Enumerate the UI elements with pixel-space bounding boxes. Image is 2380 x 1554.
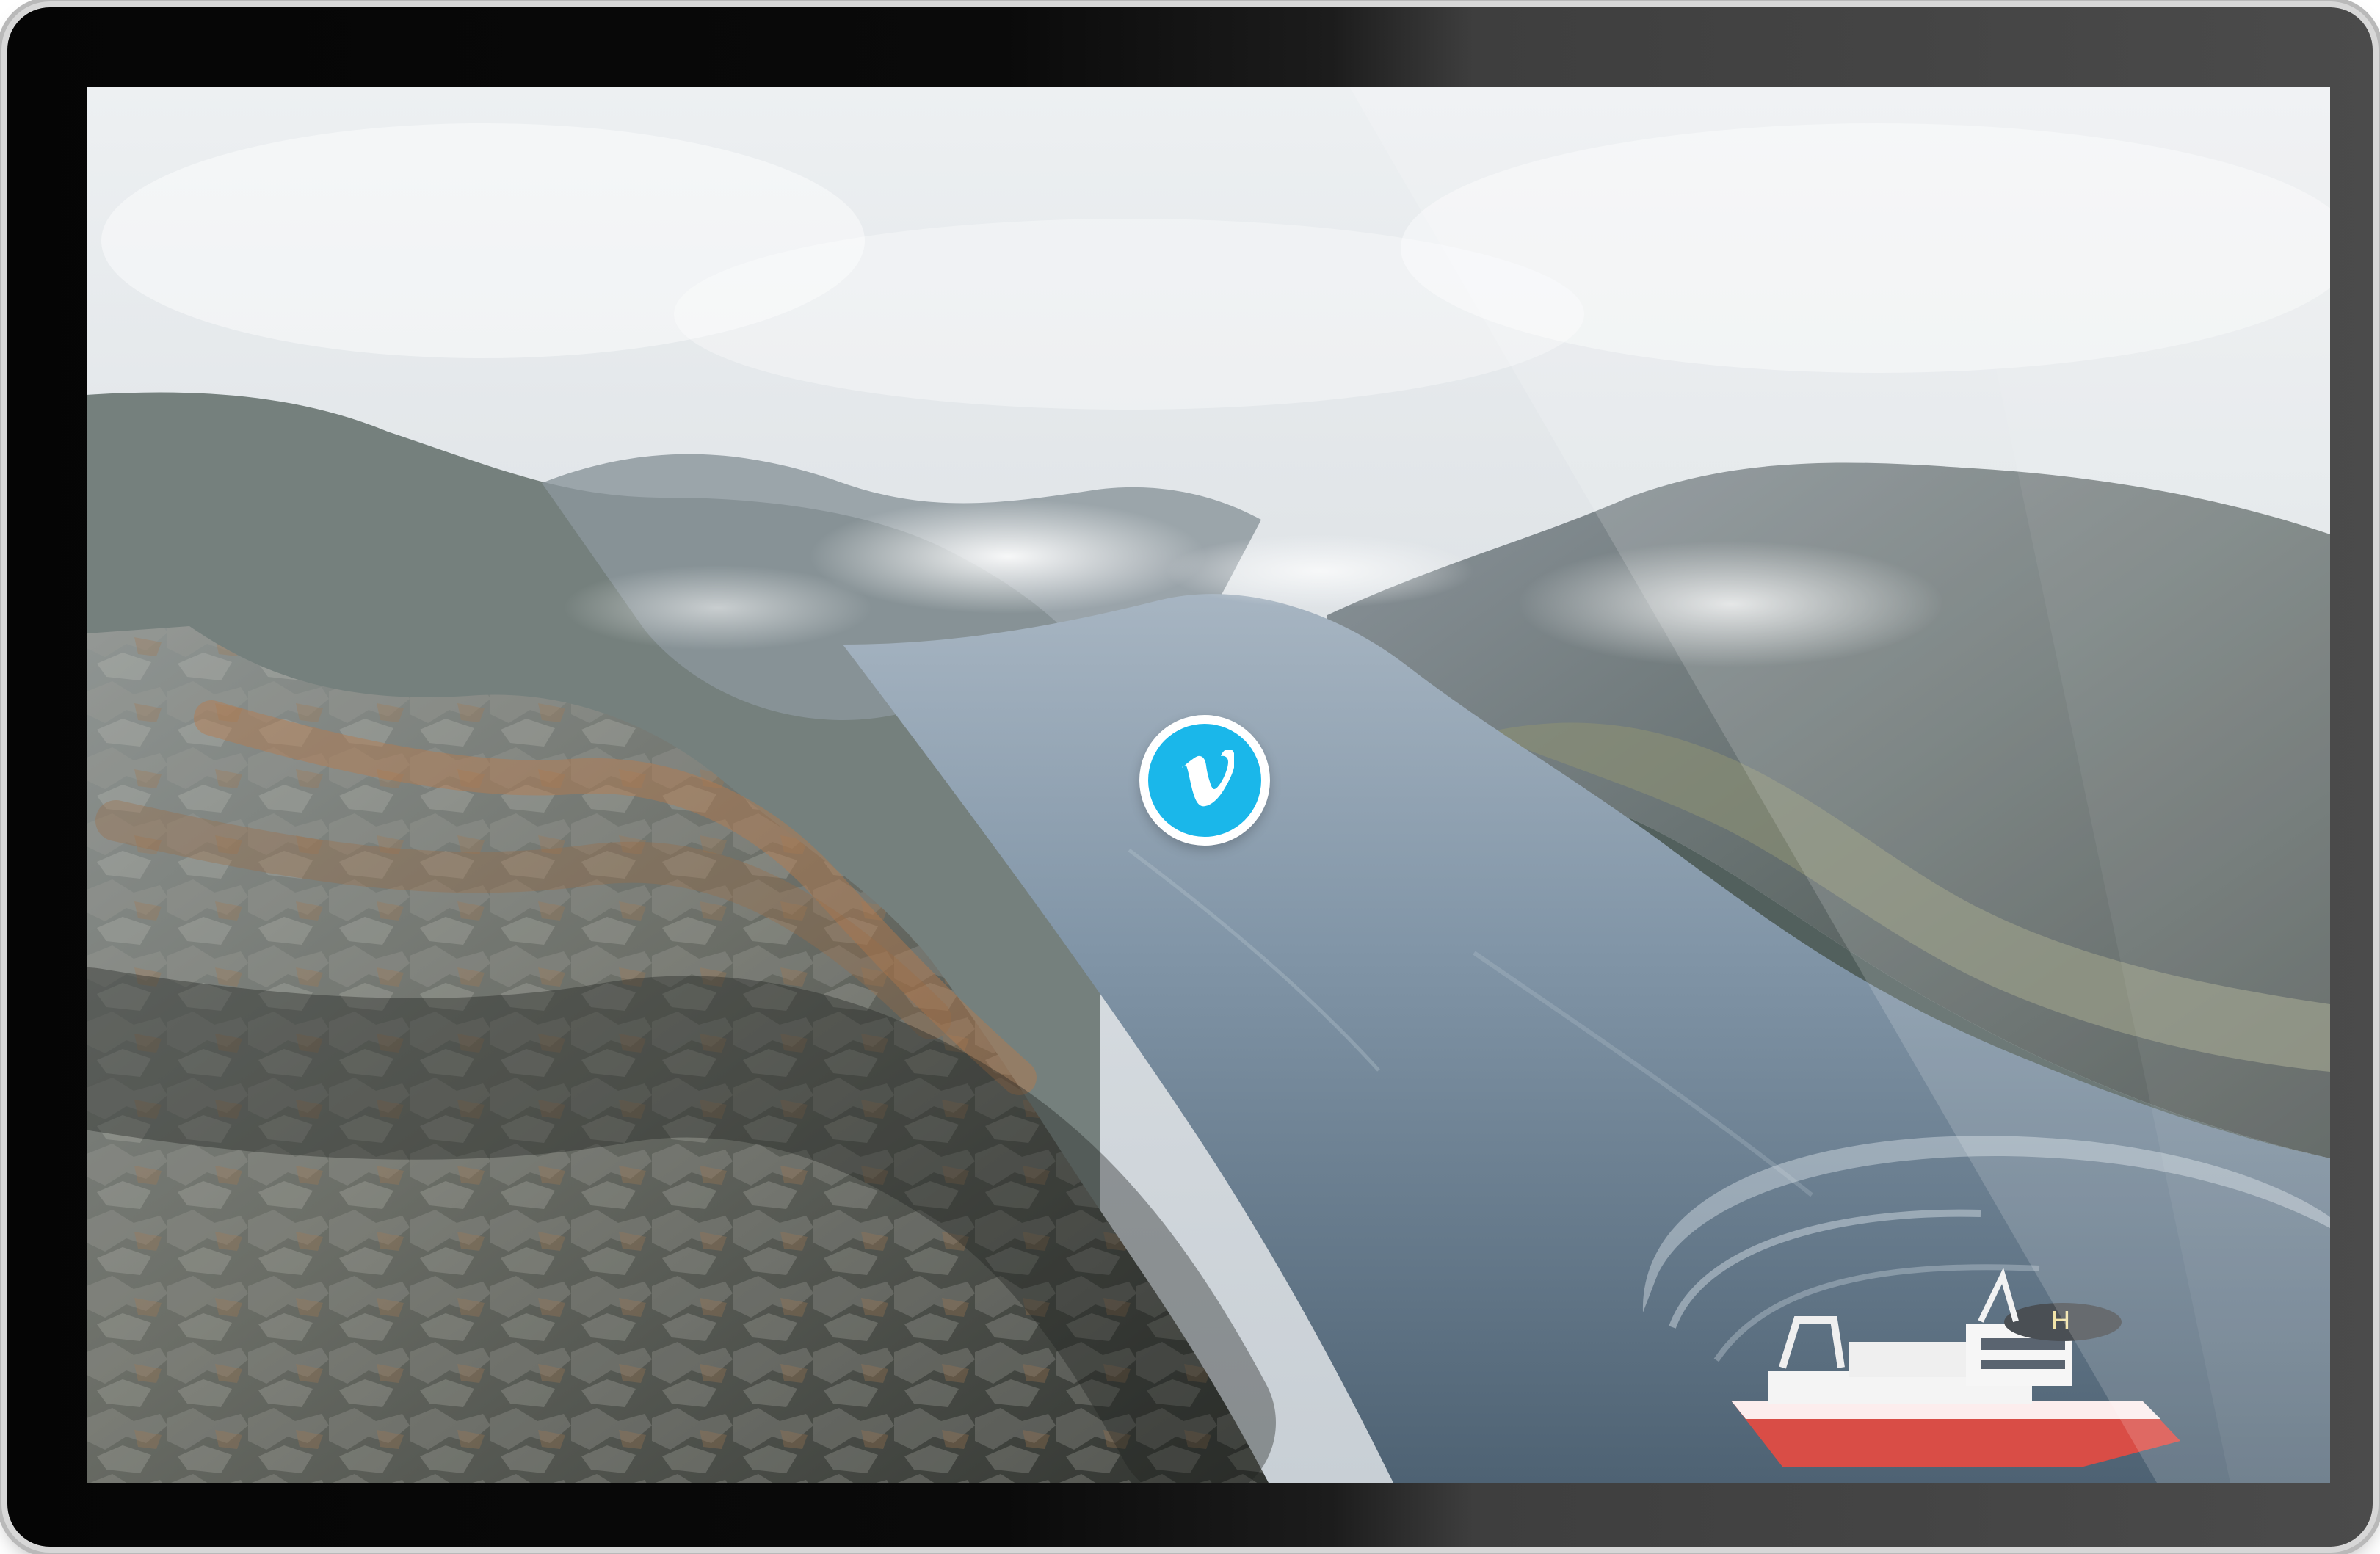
vimeo-icon [1182,750,1234,807]
video-play-button[interactable] [1139,715,1270,846]
laptop-device: H [0,0,2380,1554]
video-screen[interactable]: H [87,87,2330,1483]
vimeo-button-circle [1148,724,1261,837]
svg-text:H: H [2051,1305,2070,1335]
